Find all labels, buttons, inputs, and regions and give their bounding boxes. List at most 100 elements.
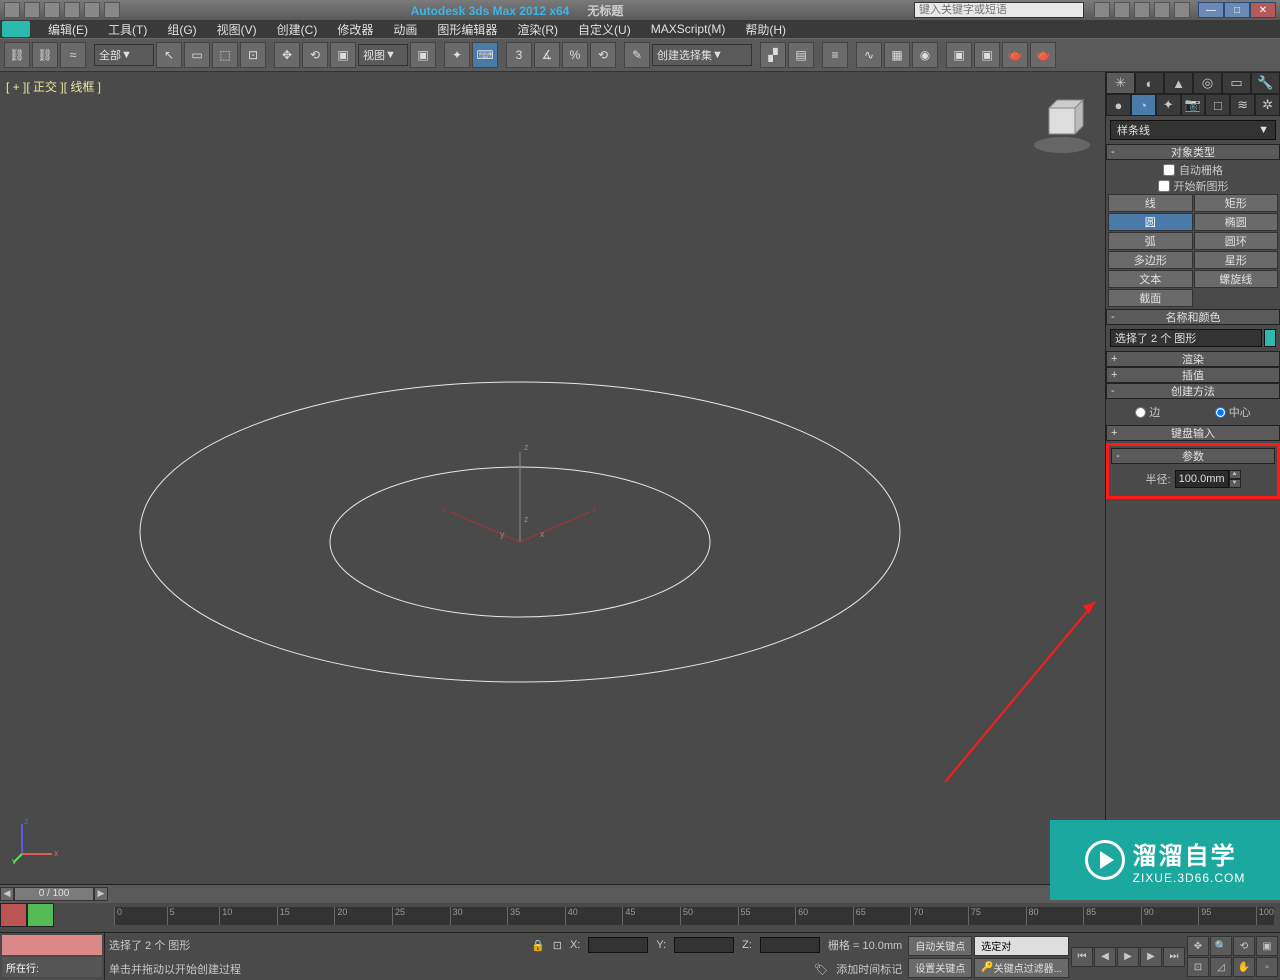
rollout-name-color[interactable]: -名称和颜色 — [1106, 309, 1280, 325]
key-filters-button[interactable]: 🔑 关键点过滤器... — [974, 958, 1069, 978]
goto-end-icon[interactable]: ⏭ — [1163, 947, 1185, 967]
window-crossing-icon[interactable]: ⊡ — [240, 42, 266, 68]
time-tag-icon[interactable]: 🏷 — [814, 963, 828, 976]
auto-key-button[interactable]: 自动关键点 — [908, 936, 972, 956]
move-icon[interactable]: ✥ — [274, 42, 300, 68]
unlink-icon[interactable]: ⛓ — [32, 42, 58, 68]
tab-create[interactable]: ✳ — [1106, 72, 1135, 94]
menu-maxscript[interactable]: MAXScript(M) — [641, 22, 736, 36]
set-key-button[interactable]: 设置关键点 — [908, 958, 972, 978]
snap-toggle-icon[interactable]: 3 — [506, 42, 532, 68]
rollout-create-method[interactable]: -创建方法 — [1106, 383, 1280, 399]
shape-ngon[interactable]: 多边形 — [1108, 251, 1193, 269]
nav-pan-icon[interactable]: ✥ — [1187, 936, 1209, 956]
select-region-icon[interactable]: ⬚ — [212, 42, 238, 68]
align-icon[interactable]: ▤ — [788, 42, 814, 68]
redo-icon[interactable] — [84, 2, 100, 18]
object-color-swatch[interactable] — [1264, 329, 1276, 347]
shape-star[interactable]: 星形 — [1194, 251, 1279, 269]
radio-edge[interactable] — [1135, 407, 1146, 418]
shape-rectangle[interactable]: 矩形 — [1194, 194, 1279, 212]
application-icon[interactable] — [2, 21, 30, 37]
menu-rendering[interactable]: 渲染(R) — [507, 21, 568, 38]
tab-utilities[interactable]: 🔧 — [1251, 72, 1280, 94]
subtab-geometry[interactable]: ● — [1106, 94, 1131, 116]
tab-modify[interactable]: ◐ — [1135, 72, 1164, 94]
rollout-interp[interactable]: +插值 — [1106, 367, 1280, 383]
y-input[interactable] — [674, 937, 734, 953]
x-input[interactable] — [588, 937, 648, 953]
new-shape-checkbox[interactable] — [1158, 180, 1170, 192]
isolate-icon[interactable]: ⊡ — [553, 939, 562, 952]
favorites-icon[interactable] — [1154, 2, 1170, 18]
schematic-view-icon[interactable]: ▦ — [884, 42, 910, 68]
refcoord-dropdown[interactable]: 视图 ▼ — [358, 44, 408, 66]
render-frame-icon[interactable]: ▣ — [974, 42, 1000, 68]
time-ruler[interactable]: 0510152025303540455055606570758085909510… — [114, 907, 1274, 925]
trackbar-btn1[interactable] — [0, 903, 27, 927]
nav-fov-icon[interactable]: ◿ — [1210, 957, 1232, 977]
open-icon[interactable] — [24, 2, 40, 18]
prev-frame-icon[interactable]: ◀ — [1094, 947, 1116, 967]
subtab-cameras[interactable]: 📷 — [1181, 94, 1206, 116]
trackbar-btn2[interactable] — [27, 903, 54, 927]
minimize-button[interactable]: — — [1198, 2, 1224, 18]
rotate-icon[interactable]: ⟲ — [302, 42, 328, 68]
layers-icon[interactable]: ≡ — [822, 42, 848, 68]
tab-motion[interactable]: ◎ — [1193, 72, 1222, 94]
add-time-tag[interactable]: 添加时间标记 — [836, 961, 902, 977]
link-icon[interactable]: ⛓ — [4, 42, 30, 68]
editnamed-icon[interactable]: ✎ — [624, 42, 650, 68]
curve-editor-icon[interactable]: ∿ — [856, 42, 882, 68]
shape-section[interactable]: 截面 — [1108, 289, 1193, 307]
menu-customize[interactable]: 自定义(U) — [568, 21, 641, 38]
menu-tools[interactable]: 工具(T) — [98, 21, 157, 38]
tab-display[interactable]: ▭ — [1222, 72, 1251, 94]
menu-views[interactable]: 视图(V) — [207, 21, 267, 38]
menu-group[interactable]: 组(G) — [157, 21, 206, 38]
next-frame-icon[interactable]: ▶ — [1140, 947, 1162, 967]
object-name-input[interactable] — [1110, 329, 1262, 347]
render-setup-icon[interactable]: ▣ — [946, 42, 972, 68]
time-slider-prev[interactable]: ◀ — [0, 887, 14, 901]
mirror-icon[interactable]: ▞ — [760, 42, 786, 68]
menu-edit[interactable]: 编辑(E) — [38, 21, 98, 38]
play-icon[interactable]: ▶ — [1117, 947, 1139, 967]
percent-snap-icon[interactable]: % — [562, 42, 588, 68]
angle-snap-icon[interactable]: ∡ — [534, 42, 560, 68]
nav-min-icon[interactable]: ▫ — [1256, 957, 1278, 977]
shape-text[interactable]: 文本 — [1108, 270, 1193, 288]
shape-line[interactable]: 线 — [1108, 194, 1193, 212]
qat-dropdown-icon[interactable] — [104, 2, 120, 18]
subtab-lights[interactable]: ✦ — [1156, 94, 1181, 116]
menu-help[interactable]: 帮助(H) — [735, 21, 796, 38]
search-input[interactable] — [914, 2, 1084, 18]
nav-max-icon[interactable]: ▣ — [1256, 936, 1278, 956]
autogrid-checkbox[interactable] — [1163, 164, 1175, 176]
nav-zoomall-icon[interactable]: ⊡ — [1187, 957, 1209, 977]
subtab-spacewarps[interactable]: ≋ — [1230, 94, 1255, 116]
selected-dropdown[interactable]: 选定对 — [974, 936, 1069, 956]
subscription-icon[interactable] — [1114, 2, 1130, 18]
help-icon[interactable] — [1174, 2, 1190, 18]
subtab-systems[interactable]: ✲ — [1255, 94, 1280, 116]
search-icon[interactable] — [1094, 2, 1110, 18]
named-selection-dropdown[interactable]: 创建选择集 ▼ — [652, 44, 752, 66]
render-icon[interactable]: 🫖 — [1002, 42, 1028, 68]
shape-donut[interactable]: 圆环 — [1194, 232, 1279, 250]
spinner-down-icon[interactable]: ▼ — [1229, 479, 1241, 488]
keyboard-shortcut-icon[interactable]: ⌨ — [472, 42, 498, 68]
render-iterative-icon[interactable]: 🫖 — [1030, 42, 1056, 68]
radio-center[interactable] — [1215, 407, 1226, 418]
time-slider-next[interactable]: ▶ — [94, 887, 108, 901]
tab-hierarchy[interactable]: ▲ — [1164, 72, 1193, 94]
close-button[interactable]: ✕ — [1250, 2, 1276, 18]
bind-icon[interactable]: ≈ — [60, 42, 86, 68]
spinner-snap-icon[interactable]: ⟲ — [590, 42, 616, 68]
rollout-keyboard[interactable]: +键盘输入 — [1106, 425, 1280, 441]
menu-create[interactable]: 创建(C) — [267, 21, 328, 38]
scale-icon[interactable]: ▣ — [330, 42, 356, 68]
undo-icon[interactable] — [64, 2, 80, 18]
viewport[interactable]: [ + ][ 正交 ][ 线框 ] z x y y x z z x — [0, 72, 1105, 884]
shape-helix[interactable]: 螺旋线 — [1194, 270, 1279, 288]
